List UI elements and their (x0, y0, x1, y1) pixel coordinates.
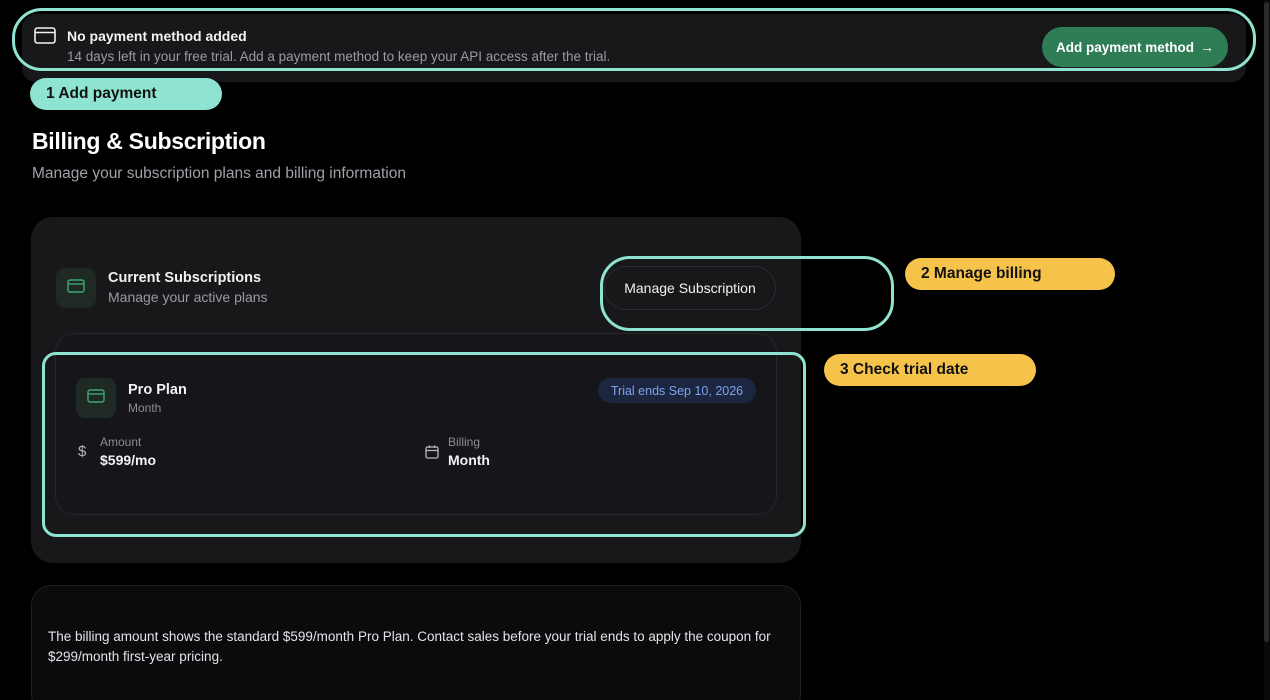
amount-label: Amount (100, 435, 142, 449)
add-payment-method-label: Add payment method (1055, 39, 1194, 55)
billing-label: Billing (448, 435, 481, 449)
subscriptions-icon-box (56, 268, 96, 308)
scrollbar-thumb[interactable] (1264, 2, 1269, 642)
scrollbar-track[interactable] (1264, 0, 1270, 700)
plan-name: Pro Plan (128, 382, 187, 398)
billing-value: Month (448, 452, 490, 468)
banner-subtitle: 14 days left in your free trial. Add a p… (67, 49, 611, 64)
plan-card (55, 333, 777, 515)
amount-value: $599/mo (100, 452, 157, 468)
subscriptions-title: Current Subscriptions (108, 270, 262, 286)
banner-title: No payment method added (67, 28, 247, 44)
arrow-right-icon: → (1200, 39, 1214, 55)
credit-card-icon (67, 278, 85, 298)
page-subtitle: Manage your subscription plans and billi… (32, 165, 406, 182)
plan-icon-box (76, 378, 116, 418)
credit-card-icon (87, 388, 105, 408)
credit-card-icon (34, 27, 56, 44)
dollar-icon: $ (78, 443, 87, 460)
callout-tag-trial-date: 3 Check trial date (824, 354, 1036, 386)
page-title: Billing & Subscription (32, 128, 266, 154)
manage-subscription-button[interactable]: Manage Subscription (604, 266, 776, 310)
calendar-icon (424, 444, 440, 460)
callout-tag-add-payment: 1 Add payment (30, 78, 222, 110)
add-payment-method-button[interactable]: Add payment method → (1042, 27, 1228, 67)
pricing-note-text: The billing amount shows the standard $5… (48, 629, 771, 664)
plan-period: Month (128, 401, 162, 415)
callout-tag-manage-billing: 2 Manage billing (905, 258, 1115, 290)
subscriptions-subtitle: Manage your active plans (108, 289, 268, 305)
trial-end-badge: Trial ends Sep 10, 2026 (598, 378, 756, 403)
